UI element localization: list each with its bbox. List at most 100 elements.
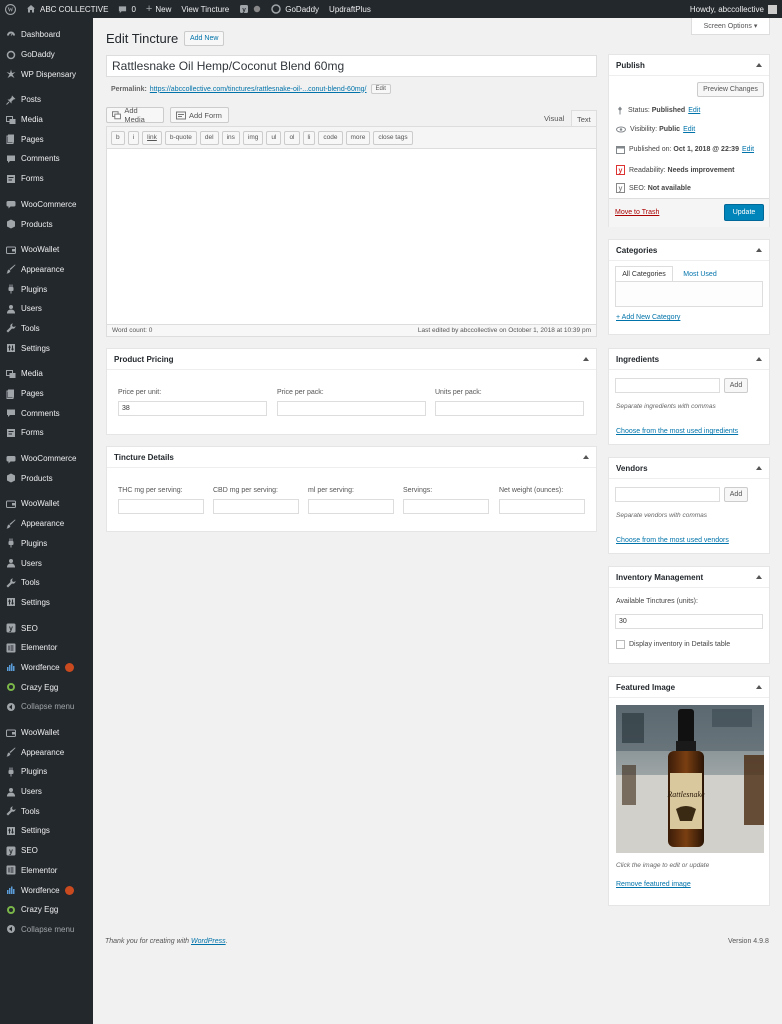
sidebar-item-wp-dispensary[interactable]: WP Dispensary: [0, 64, 93, 84]
collapse-arrow-icon[interactable]: [756, 248, 762, 252]
price-unit-input[interactable]: 38: [118, 401, 267, 416]
sidebar-item-products[interactable]: Products: [0, 468, 93, 488]
godaddy-link[interactable]: GoDaddy: [266, 0, 324, 18]
sidebar-item-woocommerce[interactable]: WooCommerce: [0, 195, 93, 215]
quicktag-ins-button[interactable]: ins: [221, 130, 240, 145]
site-name-link[interactable]: ABC COLLECTIVE: [21, 0, 113, 18]
account-menu[interactable]: Howdy, abccollective: [685, 0, 782, 18]
sidebar-item-wordfence[interactable]: Wordfence: [0, 658, 93, 678]
sidebar-item-plugins[interactable]: Plugins: [0, 279, 93, 299]
sidebar-item-plugins[interactable]: Plugins: [0, 534, 93, 554]
updraft-link[interactable]: UpdraftPlus: [324, 0, 376, 18]
sidebar-item-pages[interactable]: Pages: [0, 129, 93, 149]
permalink-url[interactable]: https://abccollective.com/tinctures/ratt…: [150, 86, 367, 93]
vendors-input[interactable]: [615, 487, 720, 502]
sidebar-item-elementor[interactable]: Elementor: [0, 861, 93, 881]
sidebar-item-woowallet[interactable]: WooWallet: [0, 723, 93, 743]
collapse-arrow-icon[interactable]: [756, 575, 762, 579]
add-media-button[interactable]: Add Media: [106, 106, 164, 124]
sidebar-item-elementor[interactable]: Elementor: [0, 638, 93, 658]
sidebar-item-forms[interactable]: Forms: [0, 423, 93, 443]
sidebar-item-settings[interactable]: Settings: [0, 338, 93, 358]
ingredients-header[interactable]: Ingredients: [609, 349, 769, 370]
quicktag-i-button[interactable]: i: [127, 130, 140, 145]
tab-most-used[interactable]: Most Used: [675, 266, 725, 282]
product-pricing-header[interactable]: Product Pricing: [107, 349, 596, 370]
status-edit-link[interactable]: Edit: [688, 107, 700, 114]
price-pack-input[interactable]: [277, 401, 426, 416]
quicktag-del-button[interactable]: del: [199, 130, 219, 145]
remove-featured-image-link[interactable]: Remove featured image: [616, 881, 691, 888]
sidebar-item-appearance[interactable]: Appearance: [0, 260, 93, 280]
sidebar-item-users[interactable]: Users: [0, 553, 93, 573]
sidebar-item-products[interactable]: Products: [0, 214, 93, 234]
sidebar-item-dashboard[interactable]: Dashboard: [0, 25, 93, 45]
sidebar-item-settings[interactable]: Settings: [0, 593, 93, 613]
comments-link[interactable]: 0: [113, 0, 140, 18]
quicktag-b-quote-button[interactable]: b-quote: [164, 130, 197, 145]
sidebar-item-seo[interactable]: y SEO: [0, 841, 93, 861]
quicktag-link-button[interactable]: link: [142, 130, 162, 145]
collapse-arrow-icon[interactable]: [756, 466, 762, 470]
sidebar-item-users[interactable]: Users: [0, 782, 93, 802]
featured-image-thumbnail[interactable]: Rattlesnake: [616, 705, 764, 853]
quicktag-b-button[interactable]: b: [111, 130, 125, 145]
quicktag-code-button[interactable]: code: [318, 130, 343, 145]
screen-options-button[interactable]: Screen Options ▾: [691, 18, 770, 35]
sidebar-item-woowallet[interactable]: WooWallet: [0, 240, 93, 260]
thc-input[interactable]: [118, 499, 204, 514]
collapse-arrow-icon[interactable]: [756, 63, 762, 67]
category-checklist[interactable]: [615, 281, 763, 307]
tincture-details-header[interactable]: Tincture Details: [107, 447, 596, 468]
add-new-button[interactable]: Add New: [184, 31, 225, 46]
sidebar-item-tools[interactable]: Tools: [0, 801, 93, 821]
quicktag-close-tags-button[interactable]: close tags: [373, 130, 413, 145]
update-button[interactable]: Update: [724, 204, 764, 221]
collapse-arrow-icon[interactable]: [756, 357, 762, 361]
quicktag-ol-button[interactable]: ol: [284, 130, 300, 145]
ingredients-choose-link[interactable]: Choose from the most used ingredients: [616, 428, 738, 435]
ingredients-add-button[interactable]: Add: [724, 378, 748, 393]
collapse-arrow-icon[interactable]: [583, 455, 589, 459]
published-edit-link[interactable]: Edit: [742, 146, 754, 153]
sidebar-item-tools[interactable]: Tools: [0, 319, 93, 339]
sidebar-item-users[interactable]: Users: [0, 299, 93, 319]
quicktag-img-button[interactable]: img: [242, 130, 264, 145]
featured-image-header[interactable]: Featured Image: [609, 677, 769, 698]
content-editor[interactable]: b i link b-quote del ins img ul ol li code more clos…: [106, 126, 597, 337]
tab-all-categories[interactable]: All Categories: [615, 266, 673, 282]
sidebar-item-wordfence[interactable]: Wordfence: [0, 880, 93, 900]
collapse-arrow-icon[interactable]: [583, 357, 589, 361]
sidebar-item-posts[interactable]: Posts: [0, 90, 93, 110]
sidebar-item-godaddy[interactable]: GoDaddy: [0, 45, 93, 65]
inventory-header[interactable]: Inventory Management: [609, 567, 769, 588]
quicktag-more-button[interactable]: more: [345, 130, 371, 145]
sidebar-item-media[interactable]: Media: [0, 364, 93, 384]
sidebar-item-comments[interactable]: Comments: [0, 149, 93, 169]
sidebar-item-appearance[interactable]: Appearance: [0, 742, 93, 762]
quicktag-li-button[interactable]: li: [302, 130, 316, 145]
ingredients-input[interactable]: [615, 378, 720, 393]
sidebar-item-media[interactable]: Media: [0, 110, 93, 130]
view-post-link[interactable]: View Tincture: [176, 0, 234, 18]
sidebar-item-woocommerce[interactable]: WooCommerce: [0, 449, 93, 469]
vendors-choose-link[interactable]: Choose from the most used vendors: [616, 537, 729, 544]
wordpress-link[interactable]: WordPress: [191, 938, 226, 945]
available-input[interactable]: 30: [615, 614, 763, 629]
cbd-input[interactable]: [213, 499, 299, 514]
tab-visual[interactable]: Visual: [539, 110, 569, 127]
add-form-button[interactable]: Add Form: [170, 107, 229, 123]
sidebar-item-collapse-menu[interactable]: Collapse menu: [0, 920, 93, 940]
sidebar-item-seo[interactable]: y SEO: [0, 618, 93, 638]
sidebar-item-comments[interactable]: Comments: [0, 403, 93, 423]
sidebar-item-forms[interactable]: Forms: [0, 169, 93, 189]
vendors-add-button[interactable]: Add: [724, 487, 748, 502]
vendors-header[interactable]: Vendors: [609, 458, 769, 479]
sidebar-item-appearance[interactable]: Appearance: [0, 514, 93, 534]
post-title-input[interactable]: Rattlesnake Oil Hemp/Coconut Blend 60mg: [106, 55, 597, 77]
sidebar-item-collapse-menu[interactable]: Collapse menu: [0, 697, 93, 717]
visibility-edit-link[interactable]: Edit: [683, 126, 695, 133]
new-content-link[interactable]: + New: [141, 0, 176, 18]
collapse-arrow-icon[interactable]: [756, 685, 762, 689]
tab-text[interactable]: Text: [571, 110, 597, 127]
